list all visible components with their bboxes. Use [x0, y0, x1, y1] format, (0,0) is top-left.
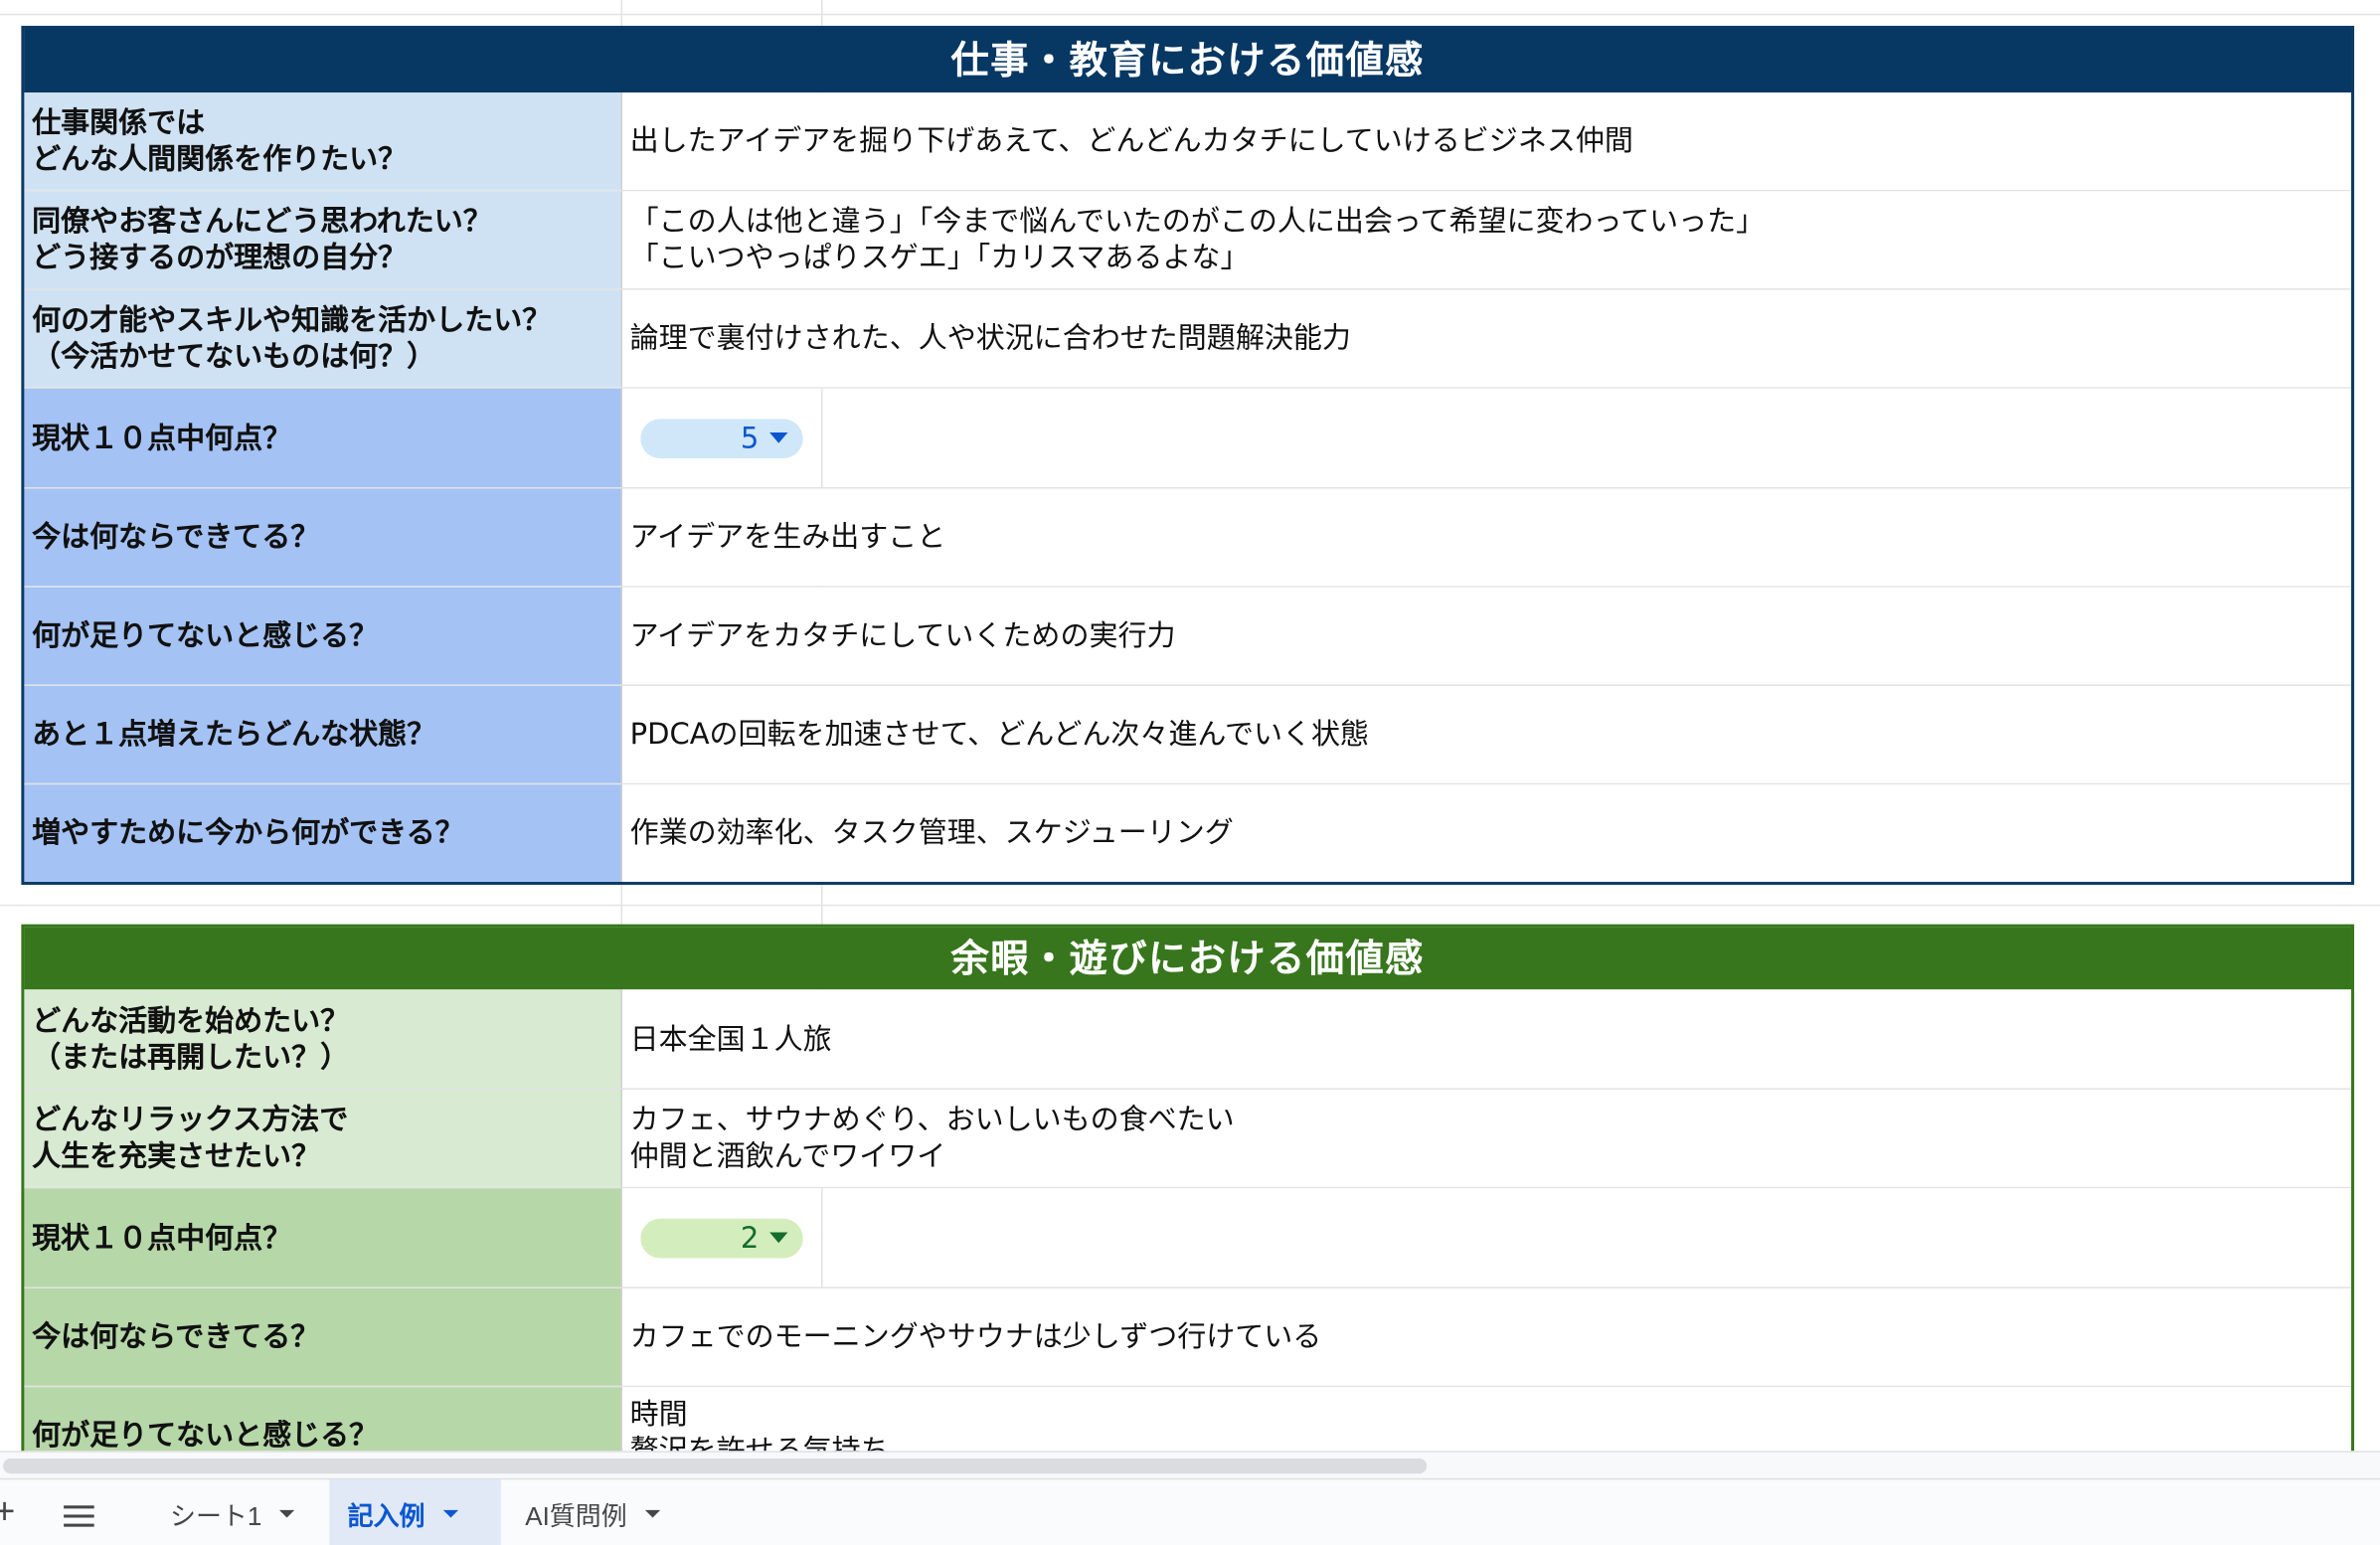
question-cell[interactable]: あと１点増えたらどんな状態？ [24, 685, 622, 783]
answer-cell[interactable]: アイデアを生み出すこと [621, 488, 2352, 587]
table-row: 現状１０点中何点？ 2 [24, 1188, 2352, 1288]
question-cell[interactable]: 今は何ならできてる？ [24, 1288, 622, 1386]
sheet-tab-label: AI質問例 [525, 1501, 627, 1531]
chevron-down-icon[interactable] [442, 1509, 459, 1517]
question-cell[interactable]: 増やすために今から何ができる？ [24, 784, 622, 882]
sheet-tab[interactable]: 記入例 [329, 1479, 501, 1545]
question-cell[interactable]: 何が足りてないと感じる？ [24, 587, 622, 685]
table-row: どんなリラックス方法で 人生を充実させたい？ カフェ、サウナめぐり、おいしいもの… [24, 1090, 2352, 1189]
scrollbar-thumb[interactable] [3, 1458, 1428, 1474]
table-row: 現状１０点中何点？ 5 [24, 388, 2352, 489]
sheet-tab-label: 記入例 [347, 1501, 425, 1531]
answer-cell[interactable]: 時間 贅沢を許せる気持ち [621, 1387, 2352, 1452]
add-sheet-button[interactable]: + [0, 1492, 18, 1533]
hamburger-menu-icon [64, 1505, 94, 1509]
answer-cell[interactable]: 作業の効率化、タスク管理、スケジューリング [621, 784, 2352, 882]
answer-cell[interactable]: PDCAの回転を加速させて、どんどん次々進んでいく状態 [621, 685, 2352, 783]
section-title: 余暇・遊びにおける価値感 [24, 927, 2352, 990]
table-row: どんな活動を始めたい？ （または再開したい？） 日本全国１人旅 [24, 989, 2352, 1091]
hamburger-menu-icon [64, 1523, 94, 1527]
score-value: 5 [740, 421, 760, 455]
answer-cell[interactable]: 「この人は他と違う」「今まで悩んでいたのがこの人に出会って希望に変わっていった」… [621, 191, 2352, 289]
hamburger-menu-icon [64, 1514, 94, 1518]
answer-cell[interactable]: 論理で裏付けされた、人や状況に合わせた問題解決能力 [621, 289, 2352, 388]
section-work-education: 仕事・教育における価値感 仕事関係では どんな人間関係を作りたい？ 出したアイデ… [21, 25, 2355, 885]
section-leisure-play: 余暇・遊びにおける価値感 どんな活動を始めたい？ （または再開したい？） 日本全… [21, 924, 2355, 1452]
sheet-tab[interactable]: シート1 [152, 1479, 328, 1545]
answer-cell[interactable]: 出したアイデアを掘り下げあえて、どんどんカタチにしていけるビジネス仲間 [621, 92, 2352, 190]
row-divider [0, 904, 2380, 907]
dropdown-arrow-icon [769, 1232, 788, 1244]
score-cell[interactable]: 2 [621, 1188, 2352, 1288]
table-row: 増やすために今から何ができる？ 作業の効率化、タスク管理、スケジューリング [24, 784, 2352, 882]
question-cell[interactable]: 何が足りてないと感じる？ [24, 1387, 622, 1452]
chevron-down-icon[interactable] [644, 1509, 661, 1517]
row-divider [0, 13, 2380, 16]
score-value: 2 [740, 1221, 760, 1255]
column-divider [820, 388, 823, 488]
question-cell[interactable]: 何の才能やスキルや知識を活かしたい？ （今活かせてないものは何？） [24, 289, 622, 388]
all-sheets-button[interactable] [64, 1505, 97, 1527]
table-row: 今は何ならできてる？ カフェでのモーニングやサウナは少しずつ行けている [24, 1288, 2352, 1388]
sheet-grid[interactable]: 仕事・教育における価値感 仕事関係では どんな人間関係を作りたい？ 出したアイデ… [0, 0, 2380, 1452]
question-cell[interactable]: 今は何ならできてる？ [24, 488, 622, 587]
table-row: 何が足りてないと感じる？ アイデアをカタチにしていくための実行力 [24, 587, 2352, 686]
question-cell[interactable]: 現状１０点中何点？ [24, 1188, 622, 1288]
dropdown-arrow-icon [769, 432, 788, 443]
answer-cell[interactable]: 日本全国１人旅 [621, 989, 2352, 1089]
question-cell[interactable]: どんな活動を始めたい？ （または再開したい？） [24, 989, 622, 1089]
score-dropdown[interactable]: 2 [640, 1218, 803, 1258]
table-row: 仕事関係では どんな人間関係を作りたい？ 出したアイデアを掘り下げあえて、どんど… [24, 92, 2352, 192]
question-cell[interactable]: 同僚やお客さんにどう思われたい？ どう接するのが理想の自分？ [24, 191, 622, 289]
answer-cell[interactable]: アイデアをカタチにしていくための実行力 [621, 587, 2352, 685]
table-row: 何が足りてないと感じる？ 時間 贅沢を許せる気持ち [24, 1387, 2352, 1452]
column-divider [820, 1188, 823, 1288]
sheet-tab-label: シート1 [170, 1501, 262, 1531]
spreadsheet-window: 仕事・教育における価値感 仕事関係では どんな人間関係を作りたい？ 出したアイデ… [0, 0, 2380, 1545]
sheet-tab[interactable]: AI質問例 [507, 1479, 698, 1545]
answer-cell[interactable]: カフェ、サウナめぐり、おいしいもの食べたい 仲間と酒飲んでワイワイ [621, 1090, 2352, 1187]
table-row: 今は何ならできてる？ アイデアを生み出すこと [24, 488, 2352, 588]
table-row: 何の才能やスキルや知識を活かしたい？ （今活かせてないものは何？） 論理で裏付け… [24, 289, 2352, 389]
horizontal-scrollbar[interactable] [0, 1451, 2380, 1480]
plus-icon: + [0, 1492, 15, 1533]
table-row: あと１点増えたらどんな状態？ PDCAの回転を加速させて、どんどん次々進んでいく… [24, 685, 2352, 785]
sheet-tab-bar: + シート1 記入例 AI質問例 [0, 1477, 2380, 1545]
question-cell[interactable]: 仕事関係では どんな人間関係を作りたい？ [24, 92, 622, 190]
question-cell[interactable]: どんなリラックス方法で 人生を充実させたい？ [24, 1090, 622, 1187]
chevron-down-icon[interactable] [279, 1509, 295, 1517]
score-dropdown[interactable]: 5 [640, 418, 803, 458]
answer-cell[interactable]: カフェでのモーニングやサウナは少しずつ行けている [621, 1288, 2352, 1386]
table-row: 同僚やお客さんにどう思われたい？ どう接するのが理想の自分？ 「この人は他と違う… [24, 191, 2352, 290]
section-title: 仕事・教育における価値感 [24, 29, 2352, 93]
score-cell[interactable]: 5 [621, 388, 2352, 488]
question-cell[interactable]: 現状１０点中何点？ [24, 388, 622, 488]
